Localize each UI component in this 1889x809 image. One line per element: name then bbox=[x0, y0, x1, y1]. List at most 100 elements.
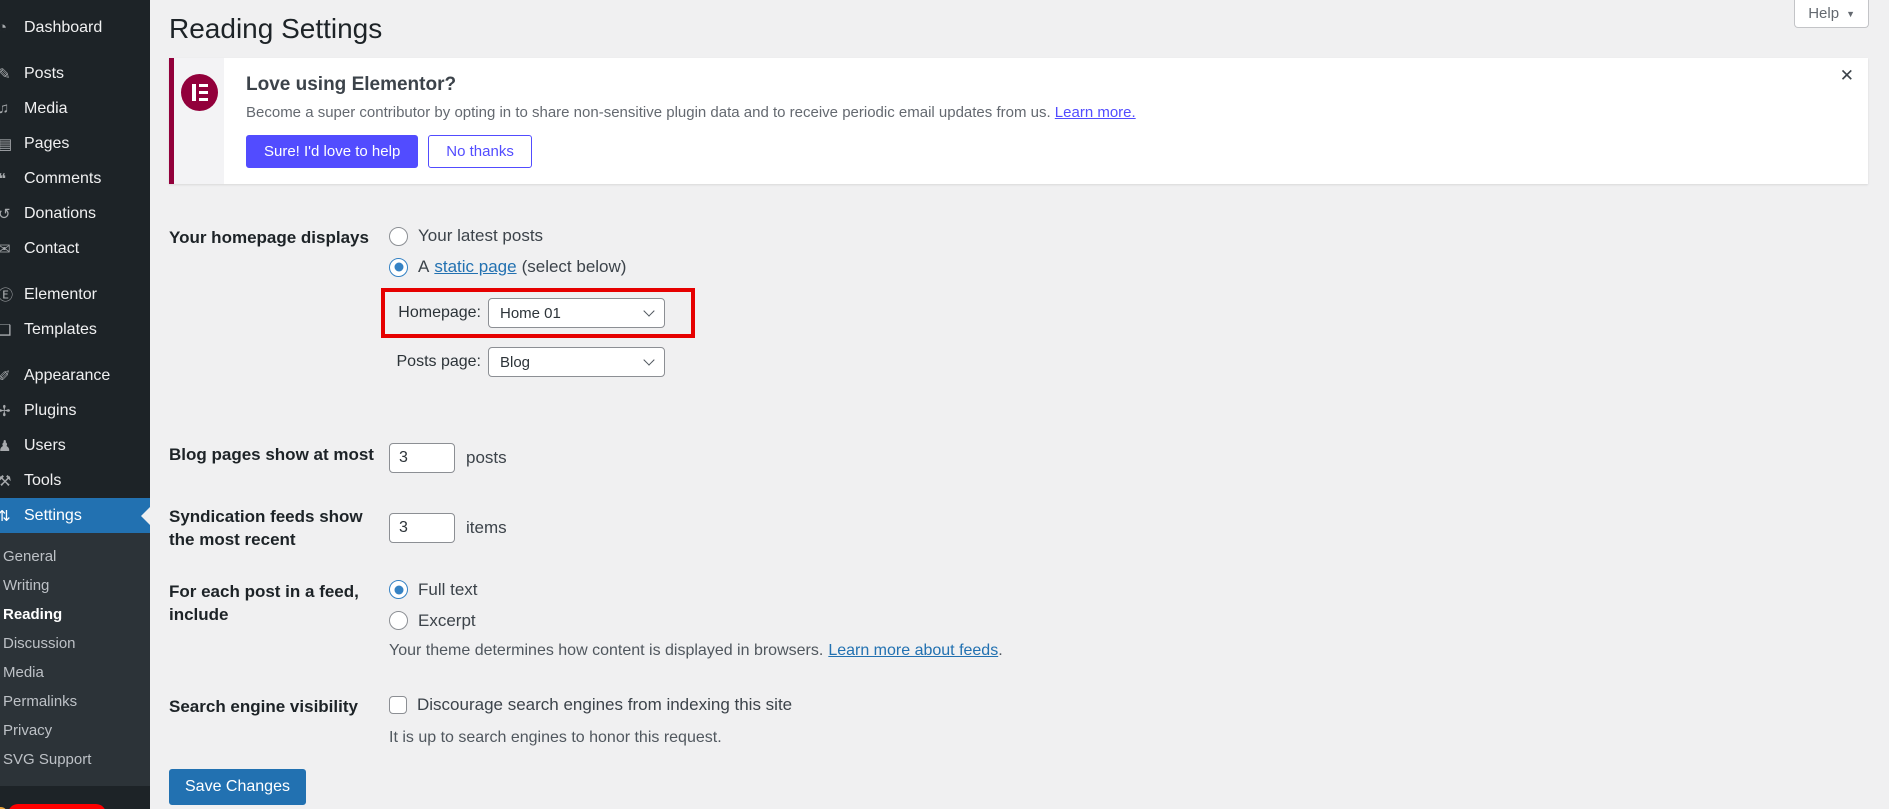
syndication-row: Syndication feeds show the most recent i… bbox=[169, 505, 1889, 552]
submenu-item-discussion[interactable]: Discussion bbox=[0, 629, 150, 658]
sidebar-item-label: Donations bbox=[24, 205, 96, 223]
sidebar-item-plugins[interactable]: ✢ Plugins bbox=[0, 393, 150, 428]
posts-per-page-input[interactable] bbox=[389, 443, 455, 473]
row-label: For each post in a feed, include bbox=[169, 580, 389, 660]
media-icon: ♫ bbox=[0, 100, 20, 117]
feed-content-row: For each post in a feed, include Full te… bbox=[169, 580, 1889, 660]
settings-icon: ⇅ bbox=[0, 507, 20, 525]
row-label: Syndication feeds show the most recent bbox=[169, 505, 389, 552]
excerpt-option[interactable]: Excerpt bbox=[389, 611, 1003, 631]
sidebar-item-label: Contact bbox=[24, 240, 79, 258]
feed-description-text: Your theme determines how content is dis… bbox=[389, 642, 823, 659]
no-thanks-button[interactable]: No thanks bbox=[428, 135, 532, 168]
homepage-select-row: Homepage: Home 01 bbox=[389, 288, 665, 338]
submenu-item-svg-support[interactable]: SVG Support bbox=[0, 745, 150, 774]
sidebar-item-settings[interactable]: ⇅ Settings bbox=[0, 498, 150, 533]
sidebar-item-posts[interactable]: ✎ Posts bbox=[0, 56, 150, 91]
close-icon[interactable]: ✕ bbox=[1840, 67, 1854, 84]
sidebar-item-label: Comments bbox=[24, 170, 101, 188]
sidebar-item-dashboard[interactable]: ◔ Dashboard bbox=[0, 10, 150, 45]
settings-submenu: General Writing Reading Discussion Media… bbox=[0, 533, 150, 786]
posts-page-select[interactable]: Blog bbox=[488, 347, 665, 377]
elementor-icon: Ⓔ bbox=[0, 284, 20, 305]
submenu-item-writing[interactable]: Writing bbox=[0, 571, 150, 600]
radio-full-text[interactable] bbox=[389, 580, 408, 599]
radio-label: Full text bbox=[418, 580, 478, 600]
page-title: Reading Settings bbox=[169, 0, 1889, 45]
opt-in-button[interactable]: Sure! I'd love to help bbox=[246, 135, 418, 168]
blog-pages-row: Blog pages show at most posts bbox=[169, 443, 1889, 473]
save-changes-button[interactable]: Save Changes bbox=[169, 769, 306, 805]
chevron-down-icon: ▼ bbox=[1846, 9, 1855, 19]
sidebar-item-label: Dashboard bbox=[24, 19, 102, 37]
sidebar-item-appearance[interactable]: ✐ Appearance bbox=[0, 358, 150, 393]
submenu-item-permalinks[interactable]: Permalinks bbox=[0, 687, 150, 716]
visibility-description: It is up to search engines to honor this… bbox=[389, 729, 792, 747]
pushpin-icon: ✎ bbox=[0, 65, 20, 83]
row-label: Blog pages show at most bbox=[169, 443, 389, 473]
sidebar-item-contact[interactable]: ✉ Contact bbox=[0, 231, 150, 266]
help-label: Help bbox=[1808, 5, 1839, 22]
sidebar-item-label: Elementor bbox=[24, 286, 97, 304]
homepage-select[interactable]: Home 01 bbox=[488, 298, 665, 328]
chevron-down-icon bbox=[643, 305, 654, 316]
posts-page-select-row: Posts page: Blog bbox=[389, 343, 665, 381]
search-visibility-row: Search engine visibility Discourage sear… bbox=[169, 695, 1889, 747]
users-icon: ♟ bbox=[0, 437, 20, 455]
submenu-item-privacy[interactable]: Privacy bbox=[0, 716, 150, 745]
radio-latest-posts[interactable] bbox=[389, 227, 408, 246]
checkbox-label: Discourage search engines from indexing … bbox=[417, 695, 792, 715]
radio-label: Your latest posts bbox=[418, 226, 543, 246]
posts-page-label: Posts page: bbox=[389, 353, 481, 371]
help-button[interactable]: Help ▼ bbox=[1794, 0, 1869, 28]
appearance-icon: ✐ bbox=[0, 367, 20, 385]
dashboard-icon: ◔ bbox=[0, 19, 20, 36]
sidebar-item-label: Users bbox=[24, 437, 66, 455]
templates-icon: ❏ bbox=[0, 321, 20, 339]
notice-buttons: Sure! I'd love to help No thanks bbox=[246, 135, 1846, 168]
latest-posts-option[interactable]: Your latest posts bbox=[389, 226, 665, 246]
sidebar-bottom-item[interactable] bbox=[0, 798, 150, 809]
sidebar-item-comments[interactable]: ❝ Comments bbox=[0, 161, 150, 196]
elementor-logo-icon bbox=[181, 74, 218, 111]
discourage-indexing-option[interactable]: Discourage search engines from indexing … bbox=[389, 695, 792, 715]
notice-text: Become a super contributor by opting in … bbox=[246, 104, 1846, 121]
sidebar-item-label: Pages bbox=[24, 135, 69, 153]
learn-more-feeds-link[interactable]: Learn more about feeds bbox=[828, 642, 998, 659]
reading-settings-form: Your homepage displays Your latest posts… bbox=[169, 226, 1889, 805]
redacted-menu-item bbox=[8, 804, 106, 809]
sidebar-item-media[interactable]: ♫ Media bbox=[0, 91, 150, 126]
static-page-link[interactable]: static page bbox=[434, 257, 516, 277]
unit-label: posts bbox=[466, 448, 507, 468]
radio-label-prefix: A bbox=[418, 257, 429, 277]
submenu-item-general[interactable]: General bbox=[0, 542, 150, 571]
radio-label: Excerpt bbox=[418, 611, 476, 631]
main-content: Help ▼ Reading Settings Love using Eleme… bbox=[150, 0, 1889, 809]
notice-title: Love using Elementor? bbox=[246, 74, 1846, 96]
notice-body: Love using Elementor? Become a super con… bbox=[224, 58, 1868, 184]
pages-icon: ▤ bbox=[0, 135, 20, 153]
sidebar-item-users[interactable]: ♟ Users bbox=[0, 428, 150, 463]
feed-items-input[interactable] bbox=[389, 513, 455, 543]
sidebar-item-label: Tools bbox=[24, 472, 61, 490]
sidebar-item-templates[interactable]: ❏ Templates bbox=[0, 312, 150, 347]
sidebar-item-label: Appearance bbox=[24, 367, 110, 385]
learn-more-link[interactable]: Learn more. bbox=[1055, 104, 1136, 121]
full-text-option[interactable]: Full text bbox=[389, 580, 1003, 600]
notice-message: Become a super contributor by opting in … bbox=[246, 104, 1051, 121]
feed-description: Your theme determines how content is dis… bbox=[389, 642, 1003, 660]
sidebar-item-elementor[interactable]: Ⓔ Elementor bbox=[0, 277, 150, 312]
envelope-icon: ✉ bbox=[0, 240, 20, 258]
submenu-item-media[interactable]: Media bbox=[0, 658, 150, 687]
chevron-down-icon bbox=[643, 354, 654, 365]
comment-icon: ❝ bbox=[0, 170, 20, 188]
discourage-indexing-checkbox[interactable] bbox=[389, 696, 407, 714]
radio-excerpt[interactable] bbox=[389, 611, 408, 630]
sidebar-item-label: Posts bbox=[24, 65, 64, 83]
sidebar-item-tools[interactable]: ⚒ Tools bbox=[0, 463, 150, 498]
sidebar-item-pages[interactable]: ▤ Pages bbox=[0, 126, 150, 161]
submenu-item-reading[interactable]: Reading bbox=[0, 600, 150, 629]
radio-static-page[interactable] bbox=[389, 258, 408, 277]
static-page-option[interactable]: A static page (select below) bbox=[389, 257, 665, 277]
sidebar-item-donations[interactable]: ↺ Donations bbox=[0, 196, 150, 231]
